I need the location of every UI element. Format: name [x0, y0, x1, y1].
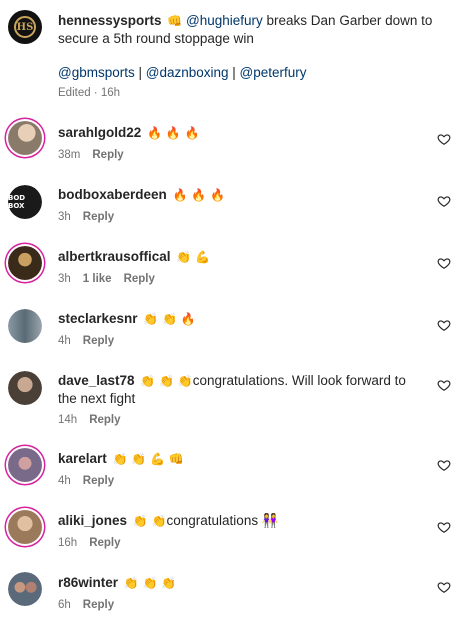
comment-item: dave_last78 👏 👏 👏congratulations. Will l… [0, 366, 461, 436]
avatar[interactable] [8, 121, 42, 155]
tag-separator: | [134, 65, 146, 80]
reply-button[interactable]: Reply [83, 475, 114, 487]
avatar[interactable] [8, 309, 42, 343]
comment-text: dave_last78 👏 👏 👏congratulations. Will l… [58, 372, 428, 408]
caption-tags: @gbmsports | @daznboxing | @peterfury [58, 64, 307, 82]
heart-outline-icon[interactable] [437, 194, 451, 208]
comment-text: bodboxaberdeen 🔥 🔥 🔥 [58, 186, 428, 204]
comment-emojis: 👏 👏 👏 [140, 374, 193, 388]
comment-meta: 6h Reply [58, 599, 126, 611]
comment-text: steclarkesnr 👏 👏 🔥 [58, 310, 428, 328]
comment-username[interactable]: dave_last78 [58, 373, 135, 388]
comment-username[interactable]: r86winter [58, 575, 118, 590]
heart-outline-icon[interactable] [437, 256, 451, 270]
comment-meta: 38m Reply [58, 149, 136, 161]
comment-username[interactable]: steclarkesnr [58, 311, 138, 326]
tag-gbmsports[interactable]: @gbmsports [58, 65, 135, 80]
comment-time: 3h [58, 211, 71, 223]
avatar[interactable] [8, 246, 42, 280]
post-meta: Edited · 16h [58, 87, 121, 99]
comment-time: 38m [58, 149, 81, 161]
reply-button[interactable]: Reply [83, 335, 114, 347]
comment-emojis: 👏 💪 [176, 250, 211, 264]
comment-emojis: 🔥 🔥 🔥 [172, 188, 225, 202]
heart-outline-icon[interactable] [437, 520, 451, 534]
caption-body: hennessysports 👊 @hughiefury breaks Dan … [58, 12, 450, 48]
comment-username[interactable]: karelart [58, 451, 107, 466]
comment-meta: 4h Reply [58, 335, 126, 347]
comment-username[interactable]: sarahlgold22 [58, 125, 141, 140]
comment-text: aliki_jones 👏 👏congratulations 👭 [58, 512, 428, 530]
comment-meta: 14h Reply [58, 414, 133, 426]
comment-item: r86winter 👏 👏 👏 6h Reply [0, 568, 461, 617]
comment-emojis: 👏 👏 👏 [123, 576, 177, 590]
comment-item: albertkrausoffical 👏 💪 3h 1 like Reply [0, 242, 461, 298]
comment-emojis: 👏 👏 🔥 [143, 312, 196, 326]
reply-button[interactable]: Reply [83, 211, 114, 223]
heart-outline-icon[interactable] [437, 580, 451, 594]
comment-text: r86winter 👏 👏 👏 [58, 574, 428, 592]
reply-button[interactable]: Reply [89, 537, 120, 549]
heart-outline-icon[interactable] [437, 378, 451, 392]
comment-emojis: 🔥 🔥 🔥 [147, 126, 200, 140]
fist-emoji: 👊 [167, 14, 183, 28]
comment-meta: 16h Reply [58, 537, 133, 549]
hennessy-logo-icon: HS [14, 16, 36, 38]
comment-item: sarahlgold22 🔥 🔥 🔥 38m Reply [0, 118, 461, 174]
comment-item: aliki_jones 👏 👏congratulations 👭 16h Repl… [0, 506, 461, 562]
comment-body: congratulations 👭 [166, 513, 279, 528]
comment-likes[interactable]: 1 like [83, 273, 112, 285]
reply-button[interactable]: Reply [124, 273, 155, 285]
mention-hughiefury[interactable]: @hughiefury [186, 13, 263, 28]
post-username[interactable]: hennessysports [58, 13, 162, 28]
comment-meta: 3h 1 like Reply [58, 273, 167, 285]
comment-time: 3h [58, 273, 71, 285]
comment-meta: 3h Reply [58, 211, 126, 223]
comment-text: sarahlgold22 🔥 🔥 🔥 [58, 124, 428, 142]
heart-outline-icon[interactable] [437, 132, 451, 146]
comment-username[interactable]: bodboxaberdeen [58, 187, 167, 202]
comment-meta: 4h Reply [58, 475, 126, 487]
avatar[interactable] [8, 572, 42, 606]
comment-item: steclarkesnr 👏 👏 🔥 4h Reply [0, 304, 461, 360]
comment-time: 6h [58, 599, 71, 611]
post-caption: HS hennessysports 👊 @hughiefury breaks D… [0, 0, 461, 108]
comment-text: karelart 👏 👏 💪 👊 [58, 450, 428, 468]
comment-username[interactable]: aliki_jones [58, 513, 127, 528]
avatar[interactable] [8, 448, 42, 482]
reply-button[interactable]: Reply [83, 599, 114, 611]
heart-outline-icon[interactable] [437, 318, 451, 332]
heart-outline-icon[interactable] [437, 458, 451, 472]
tag-separator: | [228, 65, 240, 80]
comment-item: karelart 👏 👏 💪 👊 4h Reply [0, 444, 461, 500]
reply-button[interactable]: Reply [92, 149, 123, 161]
reply-button[interactable]: Reply [89, 414, 120, 426]
comment-time: 16h [58, 537, 78, 549]
avatar[interactable] [8, 510, 42, 544]
tag-daznboxing[interactable]: @daznboxing [146, 65, 229, 80]
tag-peterfury[interactable]: @peterfury [240, 65, 307, 80]
avatar[interactable] [8, 371, 42, 405]
comment-item: BOD BOX bodboxaberdeen 🔥 🔥 🔥 3h Reply [0, 180, 461, 236]
comment-username[interactable]: albertkrausoffical [58, 249, 171, 264]
comment-emojis: 👏 👏 💪 👊 [112, 452, 184, 466]
comment-time: 4h [58, 335, 71, 347]
comment-time: 14h [58, 414, 78, 426]
comment-text: albertkrausoffical 👏 💪 [58, 248, 428, 266]
comment-time: 4h [58, 475, 71, 487]
post-avatar[interactable]: HS [8, 10, 42, 44]
comment-emojis: 👏 👏 [132, 514, 167, 528]
avatar[interactable]: BOD BOX [8, 185, 42, 219]
